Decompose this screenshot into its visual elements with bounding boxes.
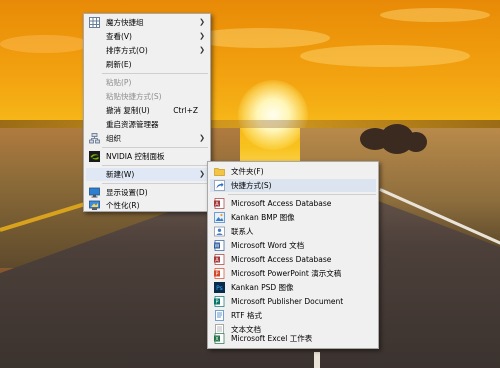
menu-separator (102, 165, 208, 166)
submenu-item-kankan-bmp[interactable]: Kankan BMP 图像 (210, 211, 376, 224)
submenu-item-access-database-2[interactable]: A Microsoft Access Database (210, 253, 376, 266)
menu-item-restart-explorer[interactable]: 重启资源管理器 (86, 118, 208, 131)
submenu-item-rtf[interactable]: RTF 格式 (210, 309, 376, 322)
svg-text:Ps: Ps (216, 285, 223, 292)
menu-item-label: 粘贴快捷方式(S) (106, 92, 162, 101)
menu-item-label: Microsoft Publisher Document (231, 297, 344, 306)
menu-item-label: Kankan BMP 图像 (231, 213, 295, 222)
submenu-item-kankan-psd[interactable]: Ps Kankan PSD 图像 (210, 281, 376, 294)
chevron-right-icon: ❯ (199, 32, 205, 40)
menu-item-label: Microsoft Access Database (231, 255, 332, 264)
rtf-icon (214, 310, 225, 321)
menu-item-label: 排序方式(O) (106, 46, 148, 55)
chevron-right-icon: ❯ (199, 134, 205, 142)
menu-item-label: 个性化(R) (106, 201, 140, 210)
menu-item-label: NVIDIA 控制面板 (106, 152, 165, 161)
menu-item-refresh[interactable]: 刷新(E) (86, 58, 208, 71)
menu-separator (102, 183, 208, 184)
menu-item-label: 刷新(E) (106, 60, 132, 69)
menu-item-paste-shortcut[interactable]: 粘贴快捷方式(S) (86, 90, 208, 103)
menu-separator (228, 194, 376, 195)
psd-icon: Ps (214, 282, 225, 293)
menu-item-new[interactable]: 新建(W) ❯ (86, 168, 208, 181)
menu-item-label: 查看(V) (106, 32, 132, 41)
contact-icon (214, 226, 225, 237)
org-icon (89, 133, 100, 144)
chevron-right-icon: ❯ (199, 46, 205, 54)
access-icon: A (214, 254, 225, 265)
menu-item-personalize[interactable]: 个性化(R) (86, 199, 208, 212)
menu-item-paste[interactable]: 粘贴(P) (86, 76, 208, 89)
grid-icon (89, 17, 100, 28)
menu-item-label: Microsoft Access Database (231, 199, 332, 208)
submenu-item-excel[interactable]: X Microsoft Excel 工作表 (210, 332, 376, 345)
nvidia-icon (89, 151, 100, 162)
menu-item-label: 粘贴(P) (106, 78, 132, 87)
submenu-item-folder[interactable]: 文件夹(F) (210, 165, 376, 178)
menu-separator (102, 73, 208, 74)
menu-item-label: 联系人 (231, 227, 254, 236)
menu-item-organize[interactable]: 组织 ❯ (86, 132, 208, 145)
new-submenu: 文件夹(F) 快捷方式(S) A Microsoft Access Databa… (207, 161, 379, 349)
menu-item-label: Kankan PSD 图像 (231, 283, 294, 292)
svg-text:X: X (215, 337, 219, 343)
menu-separator (102, 147, 208, 148)
personalize-icon (89, 200, 100, 211)
menu-item-label: 显示设置(D) (106, 188, 148, 197)
display-icon (89, 187, 100, 198)
submenu-item-word-document[interactable]: W Microsoft Word 文档 (210, 239, 376, 252)
publisher-icon: P (214, 296, 225, 307)
svg-text:P: P (215, 300, 218, 306)
word-icon: W (214, 240, 225, 251)
shortcut-icon (214, 180, 225, 191)
chevron-right-icon: ❯ (199, 18, 205, 26)
svg-text:A: A (215, 258, 219, 264)
menu-item-undo-copy[interactable]: 撤消 复制(U) Ctrl+Z (86, 104, 208, 117)
menu-item-label: 文件夹(F) (231, 167, 264, 176)
menu-item-label: Microsoft PowerPoint 演示文稿 (231, 269, 342, 278)
folder-icon (214, 166, 225, 177)
menu-item-label: 快捷方式(S) (231, 181, 272, 190)
menu-item-label: Microsoft Excel 工作表 (231, 334, 313, 343)
sun (238, 80, 308, 150)
desktop-context-menu: 魔方快捷组 ❯ 查看(V) ❯ 排序方式(O) ❯ 刷新(E) 粘贴(P) 粘贴… (83, 13, 211, 212)
submenu-item-access-database[interactable]: A Microsoft Access Database (210, 197, 376, 210)
submenu-item-powerpoint[interactable]: P Microsoft PowerPoint 演示文稿 (210, 267, 376, 280)
submenu-item-shortcut[interactable]: 快捷方式(S) (210, 179, 376, 192)
menu-item-label: Microsoft Word 文档 (231, 241, 305, 250)
powerpoint-icon: P (214, 268, 225, 279)
menu-item-label: 魔方快捷组 (106, 18, 144, 27)
menu-item-label: 重启资源管理器 (106, 120, 159, 129)
menu-item-label: 组织 (106, 134, 121, 143)
menu-item-nvidia-control-panel[interactable]: NVIDIA 控制面板 (86, 150, 208, 163)
menu-item-sort-by[interactable]: 排序方式(O) ❯ (86, 44, 208, 57)
submenu-item-publisher[interactable]: P Microsoft Publisher Document (210, 295, 376, 308)
menu-item-mofang-quick-group[interactable]: 魔方快捷组 ❯ (86, 16, 208, 29)
submenu-item-contact[interactable]: 联系人 (210, 225, 376, 238)
access-icon: A (214, 198, 225, 209)
menu-item-label: RTF 格式 (231, 311, 262, 320)
chevron-right-icon: ❯ (199, 170, 205, 178)
menu-item-shortcut: Ctrl+Z (173, 106, 198, 115)
menu-item-label: 新建(W) (106, 170, 135, 179)
svg-text:P: P (215, 272, 218, 278)
svg-text:A: A (215, 202, 219, 208)
excel-icon: X (214, 333, 225, 344)
bmp-icon (214, 212, 225, 223)
menu-item-display-settings[interactable]: 显示设置(D) (86, 186, 208, 199)
menu-item-label: 撤消 复制(U) (106, 106, 150, 115)
menu-item-view[interactable]: 查看(V) ❯ (86, 30, 208, 43)
svg-text:W: W (215, 244, 220, 250)
